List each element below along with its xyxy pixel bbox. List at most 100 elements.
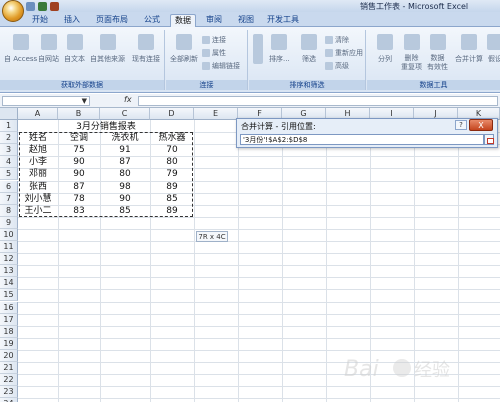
what-if-button[interactable]: 假设 <box>487 34 500 64</box>
from-text-button[interactable]: 自文本 <box>64 34 85 64</box>
insert-function-icon[interactable]: fx <box>124 95 132 104</box>
column-header-b[interactable]: B <box>58 108 100 120</box>
row-header-3[interactable]: 3 <box>0 144 18 157</box>
column-header-c[interactable]: C <box>100 108 150 120</box>
save-icon[interactable] <box>26 1 35 11</box>
data-validation-button[interactable]: 数据 有效性 <box>427 34 448 72</box>
data-cell[interactable]: 邓丽 <box>18 168 58 180</box>
data-cell[interactable]: 98 <box>100 181 150 193</box>
data-cell[interactable]: 85 <box>100 205 150 217</box>
row-header-22[interactable]: 22 <box>0 374 18 387</box>
tab-data[interactable]: 数据 <box>170 14 196 27</box>
properties-button[interactable]: 属性 <box>202 48 226 58</box>
help-button[interactable]: ? <box>455 120 467 130</box>
advanced-button[interactable]: 高级 <box>325 61 349 71</box>
row-gridline <box>18 265 500 267</box>
consolidate-button[interactable]: 合并计算 <box>455 34 483 64</box>
remove-duplicates-button[interactable]: 删除 重复项 <box>401 34 422 72</box>
row-header-12[interactable]: 12 <box>0 253 18 266</box>
filter-button[interactable]: 筛选 <box>301 34 317 64</box>
column-header-e[interactable]: E <box>194 108 238 120</box>
data-cell[interactable]: 80 <box>150 156 194 168</box>
row-header-9[interactable]: 9 <box>0 216 18 229</box>
data-cell[interactable]: 小李 <box>18 156 58 168</box>
name-box[interactable]: ▼ <box>2 96 90 106</box>
column-header-d[interactable]: D <box>150 108 194 120</box>
text-to-columns-button[interactable]: 分列 <box>377 34 393 64</box>
tab-page-layout[interactable]: 页面布局 <box>92 14 132 27</box>
data-cell[interactable]: 王小二 <box>18 205 58 217</box>
row-header-23[interactable]: 23 <box>0 386 18 399</box>
data-cell[interactable]: 87 <box>100 156 150 168</box>
from-access-button[interactable]: 自 Access <box>4 34 37 64</box>
row-header-5[interactable]: 5 <box>0 168 18 181</box>
undo-icon[interactable] <box>38 1 47 11</box>
header-cell[interactable]: 洗衣机 <box>100 132 150 144</box>
row-header-13[interactable]: 13 <box>0 265 18 278</box>
close-button[interactable]: X <box>469 119 493 131</box>
data-cell[interactable]: 87 <box>58 181 100 193</box>
refresh-all-button[interactable]: 全部刷新 <box>170 34 198 64</box>
data-cell[interactable]: 75 <box>58 144 100 156</box>
row-header-1[interactable]: 1 <box>0 120 18 133</box>
chevron-down-icon[interactable]: ▼ <box>82 97 87 105</box>
header-cell[interactable]: 热水器 <box>150 132 194 144</box>
row-header-20[interactable]: 20 <box>0 349 18 362</box>
data-cell[interactable]: 80 <box>100 168 150 180</box>
formula-input[interactable] <box>138 96 498 106</box>
data-cell[interactable]: 91 <box>100 144 150 156</box>
row-header-11[interactable]: 11 <box>0 241 18 254</box>
expand-dialog-button[interactable] <box>484 134 494 145</box>
clear-button[interactable]: 清除 <box>325 35 349 45</box>
row-header-19[interactable]: 19 <box>0 337 18 350</box>
row-header-17[interactable]: 17 <box>0 313 18 326</box>
data-cell[interactable]: 90 <box>100 193 150 205</box>
column-header-a[interactable]: A <box>18 108 58 120</box>
tab-developer[interactable]: 开发工具 <box>266 14 300 27</box>
row-header-8[interactable]: 8 <box>0 204 18 217</box>
tab-view[interactable]: 视图 <box>234 14 258 27</box>
reapply-button[interactable]: 重新应用 <box>325 48 363 58</box>
data-cell[interactable]: 89 <box>150 205 194 217</box>
existing-connections-button[interactable]: 现有连接 <box>132 34 160 64</box>
tab-insert[interactable]: 插入 <box>60 14 84 27</box>
data-cell[interactable]: 90 <box>58 168 100 180</box>
select-all-corner[interactable] <box>0 108 18 120</box>
row-header-21[interactable]: 21 <box>0 362 18 375</box>
data-cell[interactable]: 79 <box>150 168 194 180</box>
data-cell[interactable]: 张西 <box>18 181 58 193</box>
row-header-10[interactable]: 10 <box>0 228 18 241</box>
reference-input[interactable]: '3月份'!$A$2:$D$8 <box>240 134 484 145</box>
row-header-4[interactable]: 4 <box>0 156 18 169</box>
sort-az-button[interactable] <box>253 34 263 68</box>
row-header-2[interactable]: 2 <box>0 132 18 145</box>
header-cell[interactable]: 空调 <box>58 132 100 144</box>
row-gridline <box>18 228 500 230</box>
from-web-button[interactable]: 自网站 <box>38 34 59 64</box>
header-cell[interactable]: 姓名 <box>18 132 58 144</box>
row-header-24[interactable]: 24 <box>0 398 18 402</box>
data-cell[interactable]: 赵旭 <box>18 144 58 156</box>
row-header-7[interactable]: 7 <box>0 192 18 205</box>
data-cell[interactable]: 78 <box>58 193 100 205</box>
edit-links-button[interactable]: 编辑链接 <box>202 61 240 71</box>
row-header-15[interactable]: 15 <box>0 289 18 302</box>
row-header-18[interactable]: 18 <box>0 325 18 338</box>
office-button[interactable] <box>2 0 24 22</box>
redo-icon[interactable] <box>50 1 59 11</box>
tab-home[interactable]: 开始 <box>28 14 52 27</box>
data-cell[interactable]: 90 <box>58 156 100 168</box>
connections-button[interactable]: 连接 <box>202 35 226 45</box>
data-cell[interactable]: 刘小慧 <box>18 193 58 205</box>
tab-formulas[interactable]: 公式 <box>140 14 164 27</box>
from-other-sources-button[interactable]: 自其他来源 <box>90 34 125 64</box>
row-header-16[interactable]: 16 <box>0 301 18 314</box>
row-header-14[interactable]: 14 <box>0 277 18 290</box>
data-cell[interactable]: 85 <box>150 193 194 205</box>
data-cell[interactable]: 70 <box>150 144 194 156</box>
sort-button[interactable]: 排序... <box>269 34 290 64</box>
row-header-6[interactable]: 6 <box>0 180 18 193</box>
data-cell[interactable]: 89 <box>150 181 194 193</box>
tab-review[interactable]: 审阅 <box>202 14 226 27</box>
data-cell[interactable]: 83 <box>58 205 100 217</box>
